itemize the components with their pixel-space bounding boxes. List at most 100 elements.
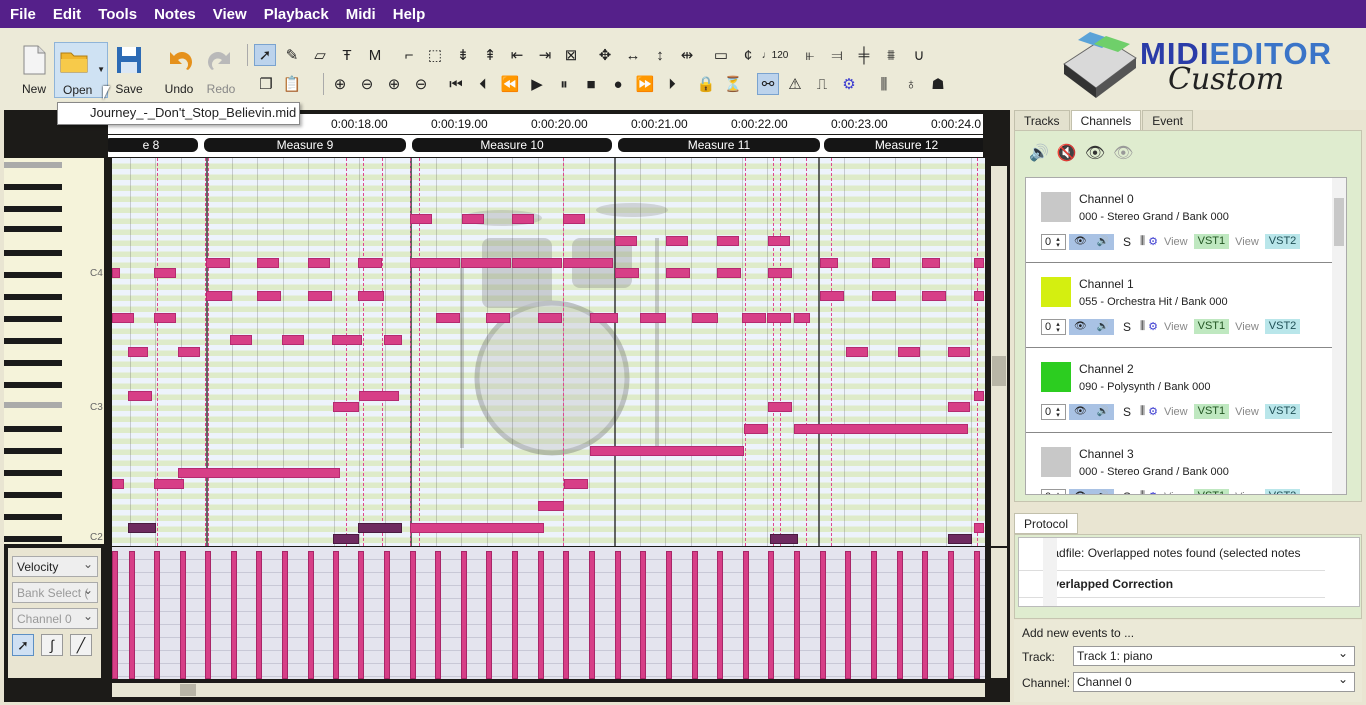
speaker-icon[interactable]: 🔊 xyxy=(1097,491,1109,494)
black-key[interactable] xyxy=(4,382,62,388)
bank-select[interactable]: Bank Select ( xyxy=(12,582,98,603)
zoom-in-vertical-icon[interactable]: ⊕ xyxy=(329,73,351,95)
midi-note[interactable] xyxy=(717,268,741,278)
solo-button[interactable]: S xyxy=(1117,405,1137,419)
move-vertical-icon[interactable]: ↕ xyxy=(649,44,671,66)
black-key[interactable] xyxy=(4,448,62,454)
piano-roll-vertical-scrollbar[interactable] xyxy=(991,166,1007,546)
midi-note[interactable] xyxy=(178,347,200,357)
velocity-bar[interactable] xyxy=(461,551,467,679)
midi-note[interactable] xyxy=(948,534,972,544)
midi-note[interactable] xyxy=(742,313,766,323)
instrument-icon[interactable]: ⫼ xyxy=(1140,490,1145,494)
align-left-icon[interactable]: ⇤ xyxy=(506,44,528,66)
midi-note[interactable] xyxy=(640,313,666,323)
midi-note[interactable] xyxy=(615,236,637,246)
velocity-bar[interactable] xyxy=(948,551,954,679)
warning-icon[interactable]: ⚠ xyxy=(784,73,806,95)
velocity-bar[interactable] xyxy=(692,551,698,679)
midi-note[interactable] xyxy=(410,258,460,268)
midi-note[interactable] xyxy=(948,347,970,357)
black-key[interactable] xyxy=(4,470,62,476)
velocity-bar[interactable] xyxy=(282,551,288,679)
midi-note[interactable] xyxy=(332,335,362,345)
vst1-button[interactable]: VST1 xyxy=(1193,319,1230,334)
midi-note[interactable] xyxy=(590,446,744,456)
midi-note[interactable] xyxy=(436,313,460,323)
menu-view[interactable]: View xyxy=(207,6,253,23)
channel-list-scrollbar[interactable] xyxy=(1332,178,1346,494)
text-tool-icon[interactable]: Ŧ xyxy=(336,44,358,66)
channel-select[interactable]: Channel 0 xyxy=(12,608,98,629)
velocity-bar[interactable] xyxy=(615,551,621,679)
midi-note[interactable] xyxy=(922,291,946,301)
midi-note[interactable] xyxy=(128,391,152,401)
midi-note[interactable] xyxy=(358,523,402,533)
midi-note[interactable] xyxy=(974,291,984,301)
midi-note[interactable] xyxy=(359,391,399,401)
lock-icon[interactable]: 🔒 xyxy=(695,73,717,95)
drum-kit-icon[interactable]: ☗ xyxy=(927,73,949,95)
eye-icon[interactable]: 👁 xyxy=(1074,491,1087,494)
velocity-scrollbar[interactable] xyxy=(991,548,1007,678)
midi-note[interactable] xyxy=(154,479,184,489)
midi-note[interactable] xyxy=(717,236,739,246)
midi-note[interactable] xyxy=(564,479,588,489)
tempo-icon[interactable]: ♩120 xyxy=(762,44,789,66)
piano-roll[interactable] xyxy=(112,158,985,546)
channel-item[interactable]: Channel 2090 - Polysynth / Bank 0000👁🔊S⫼… xyxy=(1026,348,1332,433)
midi-note[interactable] xyxy=(154,268,176,278)
midi-note[interactable] xyxy=(206,258,230,268)
protocol-item[interactable]: loadfile: Overlapped notes found (select… xyxy=(1043,546,1301,560)
vst2-view-button[interactable]: View xyxy=(1232,491,1262,495)
velocity-bar[interactable] xyxy=(845,551,851,679)
stop-icon[interactable]: ■ xyxy=(580,73,602,95)
midi-note[interactable] xyxy=(615,268,639,278)
eye-icon[interactable]: 👁 xyxy=(1074,236,1087,247)
undo-button[interactable]: Undo xyxy=(157,42,201,98)
pause-icon[interactable]: ⏸ xyxy=(553,73,575,95)
play-icon[interactable]: ▶ xyxy=(526,73,548,95)
velocity-bar[interactable] xyxy=(112,551,118,679)
black-key[interactable] xyxy=(4,206,62,212)
velocity-editor[interactable] xyxy=(112,547,985,679)
midi-note[interactable] xyxy=(666,268,690,278)
midi-note[interactable] xyxy=(767,313,791,323)
vst2-button[interactable]: VST2 xyxy=(1264,404,1301,419)
move-all-icon[interactable]: ✥ xyxy=(594,44,616,66)
channel-color-swatch[interactable] xyxy=(1041,277,1071,307)
velocity-bar[interactable] xyxy=(333,551,339,679)
eraser-icon[interactable]: ▱ xyxy=(309,44,331,66)
midi-in-icon[interactable]: ⎍ xyxy=(811,73,833,95)
cut-icon[interactable]: ¢ xyxy=(737,44,759,66)
midi-note[interactable] xyxy=(206,291,232,301)
skip-to-start-icon[interactable]: ⏮ xyxy=(445,73,467,95)
velocity-bar[interactable] xyxy=(717,551,723,679)
scrollbar-thumb[interactable] xyxy=(1334,198,1344,246)
midi-note[interactable] xyxy=(257,258,279,268)
record-icon[interactable]: ● xyxy=(607,73,629,95)
glue-icon[interactable]: ▭ xyxy=(710,44,732,66)
gear-icon[interactable]: ⚙ xyxy=(1148,235,1158,248)
black-key[interactable] xyxy=(4,184,62,190)
select-box-icon[interactable]: ⬚ xyxy=(424,44,446,66)
black-key[interactable] xyxy=(4,250,62,256)
velocity-bar[interactable] xyxy=(640,551,646,679)
midi-note[interactable] xyxy=(692,313,718,323)
black-key[interactable] xyxy=(4,226,62,232)
channel-number-spinbox[interactable]: 0 xyxy=(1041,488,1066,494)
speaker-icon[interactable]: 🔊 xyxy=(1097,406,1109,417)
all-mute-icon[interactable]: 🔇 xyxy=(1057,143,1077,167)
velocity-bar[interactable] xyxy=(129,551,135,679)
solo-button[interactable]: S xyxy=(1117,490,1137,495)
midi-note[interactable] xyxy=(154,313,176,323)
vst2-view-button[interactable]: View xyxy=(1232,406,1262,418)
midi-note[interactable] xyxy=(112,479,124,489)
channel-item[interactable]: Channel 0000 - Stereo Grand / Bank 0000👁… xyxy=(1026,178,1332,263)
instrument-icon[interactable]: ⫼ xyxy=(1140,235,1145,248)
channel-item[interactable]: Channel 1 055 - Orchestra Hit / Bank 000 0… xyxy=(1026,263,1332,348)
move-horizontal-icon[interactable]: ↔ xyxy=(622,44,644,66)
midi-note[interactable] xyxy=(590,313,618,323)
velocity-bar[interactable] xyxy=(231,551,237,679)
midi-note[interactable] xyxy=(846,347,868,357)
